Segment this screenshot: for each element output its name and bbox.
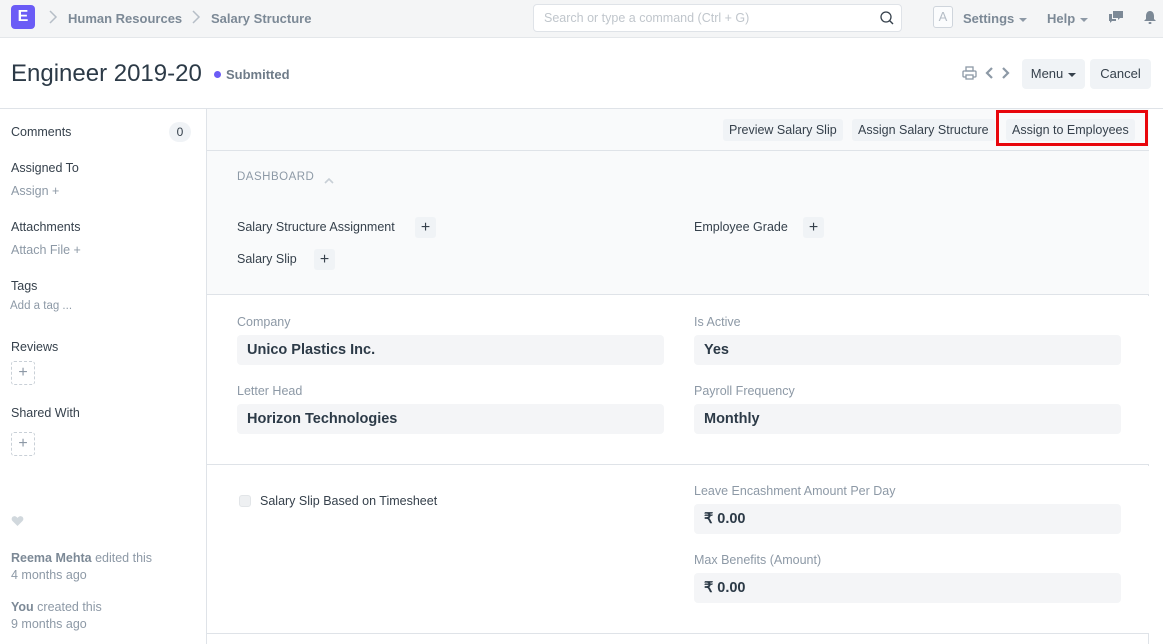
add-tag-link[interactable]: Add a tag ... [10,300,72,312]
activity-action: edited this [95,551,153,565]
caret-down-icon [1080,17,1089,22]
plus-icon: + [52,184,60,198]
status-text: Submitted [226,67,290,82]
company-field[interactable]: Unico Plastics Inc. [237,335,664,365]
comments-count-badge: 0 [169,122,191,142]
status-dot [214,71,221,78]
form-main: Preview Salary Slip Assign Salary Struct… [207,109,1149,644]
form-sidebar: Comments 0 Assigned To Assign + Attachme… [0,109,207,644]
search-icon[interactable] [879,10,895,26]
activity-time: 9 months ago [11,617,87,631]
letter-head-label: Letter Head [237,384,303,398]
activity-item: Reema Mehta edited this 4 months ago [11,550,152,584]
navbar: E Human Resources Salary Structure A Set… [0,0,1163,38]
dashboard-section: DASHBOARD Salary Structure Assignment + … [207,151,1149,295]
page-title: Engineer 2019-20 [11,60,202,87]
activity-user[interactable]: Reema Mehta [11,551,92,565]
comments-label: Comments [11,125,72,139]
next-record-icon[interactable] [1000,66,1010,83]
dashboard-link-employee-grade[interactable]: Employee Grade [694,220,788,234]
details-section: Company Unico Plastics Inc. Letter Head … [207,296,1149,465]
attach-file-text: Attach File [11,243,71,257]
previous-record-icon[interactable] [985,66,995,83]
amounts-section: Salary Slip Based on Timesheet Leave Enc… [207,466,1149,634]
activity-time: 4 months ago [11,568,87,582]
is-active-field[interactable]: Yes [694,335,1121,365]
attach-file-link[interactable]: Attach File + [11,243,81,257]
notification-bell-icon[interactable] [1143,10,1157,28]
search-input[interactable] [534,5,864,31]
plus-icon: + [808,219,819,236]
attachments-label: Attachments [11,220,81,234]
add-employee-grade-button[interactable]: + [803,217,824,238]
menu-button[interactable]: Menu [1022,59,1085,89]
max-benefits-field[interactable]: ₹ 0.00 [694,573,1121,603]
activity-user[interactable]: You [11,600,34,614]
help-label: Help [1047,11,1076,26]
is-active-label: Is Active [694,315,741,329]
app-logo[interactable]: E [11,5,35,29]
add-salary-structure-assignment-button[interactable]: + [415,217,436,238]
breadcrumb-salary-structure[interactable]: Salary Structure [211,11,311,26]
shared-with-label: Shared With [11,406,80,420]
add-salary-slip-button[interactable]: + [314,249,335,270]
payroll-frequency-field[interactable]: Monthly [694,404,1121,434]
cancel-button[interactable]: Cancel [1090,59,1151,89]
chevron-up-icon[interactable] [323,173,335,188]
company-label: Company [237,315,291,329]
assign-salary-structure-button[interactable]: Assign Salary Structure [852,119,995,141]
leave-encashment-label: Leave Encashment Amount Per Day [694,484,896,498]
add-share-button[interactable]: + [11,432,35,456]
search-bar [533,4,902,32]
status-badge: Submitted [214,67,290,82]
dashboard-title: DASHBOARD [237,171,315,183]
user-avatar[interactable]: A [933,6,953,28]
timesheet-checkbox[interactable] [239,495,251,507]
plus-icon: + [73,243,81,257]
plus-icon: + [18,435,28,452]
settings-dropdown[interactable]: Settings [963,11,1028,26]
activity-action: created this [37,600,102,614]
help-dropdown[interactable]: Help [1047,11,1089,26]
assigned-to-label: Assigned To [11,161,79,175]
like-heart-icon[interactable] [11,515,24,530]
plus-icon: + [420,219,431,236]
activity-item: You created this 9 months ago [11,599,102,633]
dashboard-link-salary-structure-assignment[interactable]: Salary Structure Assignment [237,220,395,234]
timesheet-checkbox-label: Salary Slip Based on Timesheet [260,494,438,508]
payroll-frequency-label: Payroll Frequency [694,384,795,398]
chevron-right-icon [191,9,201,29]
caret-down-icon [1019,17,1028,22]
letter-head-field[interactable]: Horizon Technologies [237,404,664,434]
form-actions-bar: Preview Salary Slip Assign Salary Struct… [207,109,1149,151]
leave-encashment-field[interactable]: ₹ 0.00 [694,504,1121,534]
max-benefits-label: Max Benefits (Amount) [694,553,822,567]
print-icon[interactable] [962,66,977,83]
tags-label: Tags [11,279,38,293]
chat-icon[interactable] [1108,10,1124,27]
plus-icon: + [18,364,28,381]
plus-icon: + [319,251,330,268]
preview-salary-slip-button[interactable]: Preview Salary Slip [723,119,843,141]
caret-down-icon [1068,72,1077,77]
highlight-box [996,110,1148,146]
assign-link-text: Assign [11,184,49,198]
add-review-button[interactable]: + [11,361,35,385]
menu-label: Menu [1030,66,1064,81]
assign-link[interactable]: Assign + [11,184,59,198]
breadcrumb-human-resources[interactable]: Human Resources [68,11,182,26]
dashboard-link-salary-slip[interactable]: Salary Slip [237,252,297,266]
chevron-right-icon [48,9,58,29]
reviews-label: Reviews [11,340,59,354]
settings-label: Settings [963,11,1015,26]
